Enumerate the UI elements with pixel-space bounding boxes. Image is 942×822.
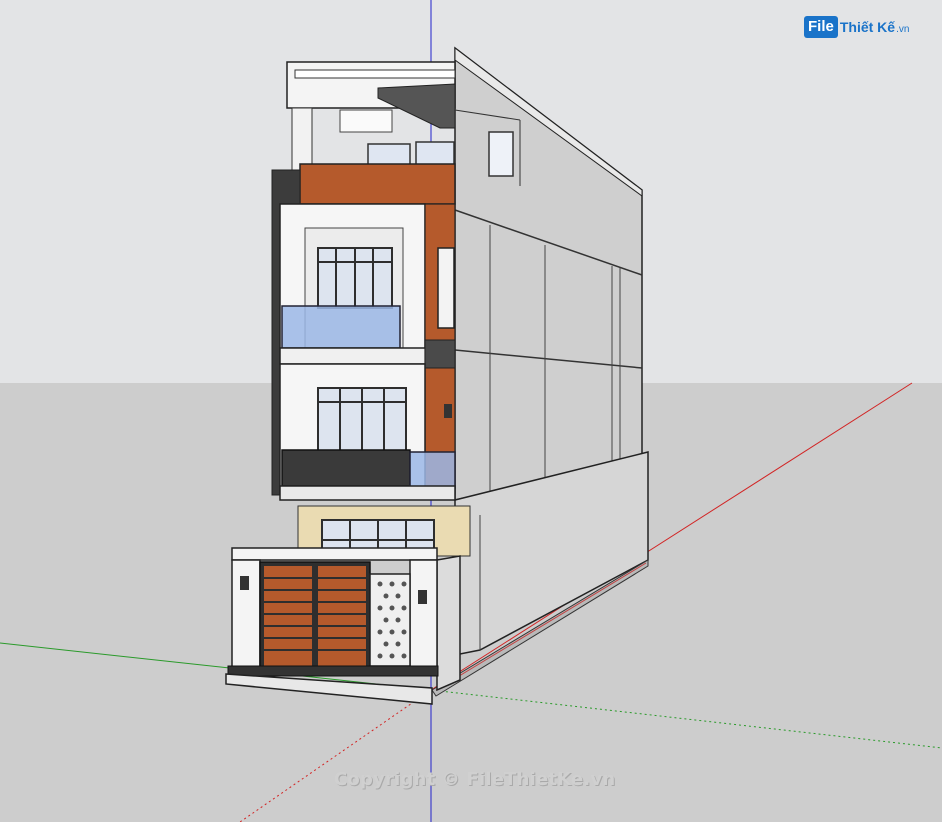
- logo-suffix: .vn: [896, 23, 910, 35]
- fence-right-pillar: [409, 559, 438, 671]
- brand-logo[interactable]: File Thiết Kế .vn: [804, 14, 909, 40]
- copyright-watermark: Copyright © FileThietKe.vn: [334, 769, 616, 790]
- logo-box-text: File: [804, 16, 838, 38]
- floor1-dark-rail: [281, 449, 411, 487]
- fence-side: [436, 555, 461, 692]
- roof-side-window: [488, 131, 514, 177]
- model-scene[interactable]: [0, 0, 942, 822]
- fence-top: [231, 547, 438, 561]
- floor2-slab: [279, 347, 429, 365]
- roof-skylight: [339, 109, 393, 133]
- sketchup-viewport[interactable]: File Thiết Kế .vn Copyright © FileThietK…: [0, 0, 942, 822]
- floor1-slab: [279, 485, 456, 501]
- pillar-lamp-left: [240, 576, 249, 590]
- roof-canopy-beam: [294, 69, 456, 79]
- pillar-lamp-right: [418, 590, 427, 604]
- floor2-glass-rail: [281, 305, 401, 349]
- logo-rest-text: Thiết Kế: [839, 19, 896, 35]
- pattern-screen: [369, 573, 411, 667]
- wood-column-window: [437, 247, 455, 329]
- wood-parapet: [299, 163, 456, 205]
- wood-column-dark-strip: [424, 339, 456, 369]
- wall-lamp: [444, 404, 452, 418]
- fence-base-dark: [227, 665, 439, 677]
- floor1-glass-rail: [409, 451, 456, 489]
